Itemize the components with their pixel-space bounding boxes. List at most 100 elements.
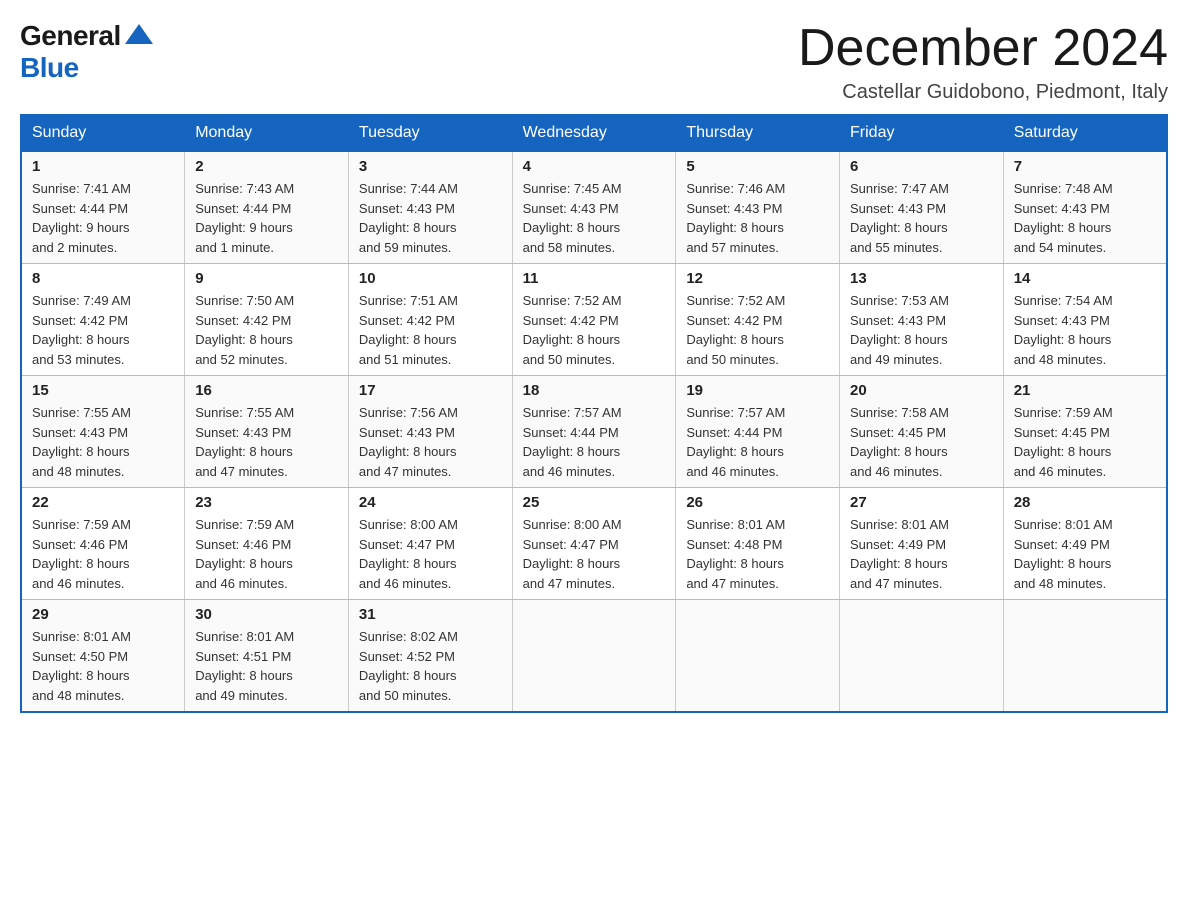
day-number: 25 [523,494,666,511]
day-info: Sunrise: 8:01 AMSunset: 4:48 PMDaylight:… [686,515,829,593]
day-info: Sunrise: 7:57 AMSunset: 4:44 PMDaylight:… [686,403,829,481]
day-info: Sunrise: 7:57 AMSunset: 4:44 PMDaylight:… [523,403,666,481]
day-number: 9 [195,270,338,287]
calendar-cell [512,600,676,713]
calendar-cell: 30 Sunrise: 8:01 AMSunset: 4:51 PMDayligh… [185,600,349,713]
day-info: Sunrise: 7:47 AMSunset: 4:43 PMDaylight:… [850,179,993,257]
calendar-header-row: SundayMondayTuesdayWednesdayThursdayFrid… [21,115,1167,151]
logo-blue: Blue [20,52,79,84]
day-info: Sunrise: 7:49 AMSunset: 4:42 PMDaylight:… [32,291,174,369]
page-header: General Blue December 2024 Castellar Gui… [20,20,1168,104]
calendar-cell [676,600,840,713]
calendar-cell: 18 Sunrise: 7:57 AMSunset: 4:44 PMDayligh… [512,376,676,488]
day-info: Sunrise: 7:55 AMSunset: 4:43 PMDaylight:… [195,403,338,481]
day-number: 7 [1014,158,1156,175]
day-info: Sunrise: 7:53 AMSunset: 4:43 PMDaylight:… [850,291,993,369]
calendar-cell: 27 Sunrise: 8:01 AMSunset: 4:49 PMDayligh… [840,488,1004,600]
day-number: 20 [850,382,993,399]
day-number: 29 [32,606,174,623]
day-number: 2 [195,158,338,175]
calendar-cell: 19 Sunrise: 7:57 AMSunset: 4:44 PMDayligh… [676,376,840,488]
calendar-cell: 28 Sunrise: 8:01 AMSunset: 4:49 PMDayligh… [1003,488,1167,600]
calendar-cell: 2 Sunrise: 7:43 AMSunset: 4:44 PMDaylight… [185,151,349,264]
day-info: Sunrise: 7:55 AMSunset: 4:43 PMDaylight:… [32,403,174,481]
calendar-cell: 26 Sunrise: 8:01 AMSunset: 4:48 PMDayligh… [676,488,840,600]
day-info: Sunrise: 7:52 AMSunset: 4:42 PMDaylight:… [686,291,829,369]
day-info: Sunrise: 7:59 AMSunset: 4:46 PMDaylight:… [32,515,174,593]
day-number: 14 [1014,270,1156,287]
day-number: 12 [686,270,829,287]
day-number: 6 [850,158,993,175]
day-number: 13 [850,270,993,287]
calendar-cell: 23 Sunrise: 7:59 AMSunset: 4:46 PMDayligh… [185,488,349,600]
logo-general: General [20,20,121,52]
calendar-week-row: 29 Sunrise: 8:01 AMSunset: 4:50 PMDayligh… [21,600,1167,713]
calendar-cell: 29 Sunrise: 8:01 AMSunset: 4:50 PMDayligh… [21,600,185,713]
calendar-cell: 16 Sunrise: 7:55 AMSunset: 4:43 PMDayligh… [185,376,349,488]
calendar-cell: 17Sunrise: 7:56 AMSunset: 4:43 PMDayligh… [348,376,512,488]
day-number: 10 [359,270,502,287]
day-info: Sunrise: 7:44 AMSunset: 4:43 PMDaylight:… [359,179,502,257]
day-number: 16 [195,382,338,399]
logo-triangle-icon [125,24,153,44]
day-number: 18 [523,382,666,399]
calendar-cell: 31Sunrise: 8:02 AMSunset: 4:52 PMDayligh… [348,600,512,713]
day-info: Sunrise: 7:41 AMSunset: 4:44 PMDaylight:… [32,179,174,257]
day-info: Sunrise: 7:58 AMSunset: 4:45 PMDaylight:… [850,403,993,481]
day-info: Sunrise: 7:59 AMSunset: 4:45 PMDaylight:… [1014,403,1156,481]
day-info: Sunrise: 7:43 AMSunset: 4:44 PMDaylight:… [195,179,338,257]
title-block: December 2024 Castellar Guidobono, Piedm… [798,20,1168,104]
calendar-cell: 5Sunrise: 7:46 AMSunset: 4:43 PMDaylight… [676,151,840,264]
day-number: 8 [32,270,174,287]
calendar-week-row: 8 Sunrise: 7:49 AMSunset: 4:42 PMDaylight… [21,264,1167,376]
calendar-cell: 12 Sunrise: 7:52 AMSunset: 4:42 PMDayligh… [676,264,840,376]
col-header-wednesday: Wednesday [512,115,676,151]
day-info: Sunrise: 7:59 AMSunset: 4:46 PMDaylight:… [195,515,338,593]
calendar-cell: 3 Sunrise: 7:44 AMSunset: 4:43 PMDaylight… [348,151,512,264]
col-header-saturday: Saturday [1003,115,1167,151]
day-info: Sunrise: 7:48 AMSunset: 4:43 PMDaylight:… [1014,179,1156,257]
calendar-cell: 14 Sunrise: 7:54 AMSunset: 4:43 PMDayligh… [1003,264,1167,376]
col-header-thursday: Thursday [676,115,840,151]
day-number: 21 [1014,382,1156,399]
calendar-cell: 8 Sunrise: 7:49 AMSunset: 4:42 PMDaylight… [21,264,185,376]
day-number: 27 [850,494,993,511]
day-info: Sunrise: 7:54 AMSunset: 4:43 PMDaylight:… [1014,291,1156,369]
day-number: 17 [359,382,502,399]
day-number: 31 [359,606,502,623]
logo: General Blue [20,20,153,84]
calendar-cell: 25 Sunrise: 8:00 AMSunset: 4:47 PMDayligh… [512,488,676,600]
day-info: Sunrise: 8:01 AMSunset: 4:51 PMDaylight:… [195,627,338,705]
day-info: Sunrise: 7:52 AMSunset: 4:42 PMDaylight:… [523,291,666,369]
day-number: 15 [32,382,174,399]
calendar-cell: 15 Sunrise: 7:55 AMSunset: 4:43 PMDayligh… [21,376,185,488]
calendar-week-row: 1 Sunrise: 7:41 AMSunset: 4:44 PMDaylight… [21,151,1167,264]
calendar-cell: 6 Sunrise: 7:47 AMSunset: 4:43 PMDaylight… [840,151,1004,264]
calendar-table: SundayMondayTuesdayWednesdayThursdayFrid… [20,114,1168,713]
day-number: 1 [32,158,174,175]
day-number: 24 [359,494,502,511]
calendar-week-row: 15 Sunrise: 7:55 AMSunset: 4:43 PMDayligh… [21,376,1167,488]
calendar-cell [1003,600,1167,713]
day-number: 4 [523,158,666,175]
calendar-cell: 4 Sunrise: 7:45 AMSunset: 4:43 PMDaylight… [512,151,676,264]
day-info: Sunrise: 8:01 AMSunset: 4:50 PMDaylight:… [32,627,174,705]
day-number: 26 [686,494,829,511]
day-info: Sunrise: 7:50 AMSunset: 4:42 PMDaylight:… [195,291,338,369]
calendar-cell: 21 Sunrise: 7:59 AMSunset: 4:45 PMDayligh… [1003,376,1167,488]
day-number: 30 [195,606,338,623]
calendar-cell: 11Sunrise: 7:52 AMSunset: 4:42 PMDayligh… [512,264,676,376]
col-header-monday: Monday [185,115,349,151]
day-info: Sunrise: 7:45 AMSunset: 4:43 PMDaylight:… [523,179,666,257]
day-info: Sunrise: 8:01 AMSunset: 4:49 PMDaylight:… [850,515,993,593]
col-header-friday: Friday [840,115,1004,151]
day-number: 3 [359,158,502,175]
calendar-cell: 10Sunrise: 7:51 AMSunset: 4:42 PMDayligh… [348,264,512,376]
day-number: 19 [686,382,829,399]
day-info: Sunrise: 8:00 AMSunset: 4:47 PMDaylight:… [523,515,666,593]
day-number: 28 [1014,494,1156,511]
day-info: Sunrise: 8:01 AMSunset: 4:49 PMDaylight:… [1014,515,1156,593]
day-number: 23 [195,494,338,511]
calendar-week-row: 22Sunrise: 7:59 AMSunset: 4:46 PMDayligh… [21,488,1167,600]
calendar-cell: 13 Sunrise: 7:53 AMSunset: 4:43 PMDayligh… [840,264,1004,376]
